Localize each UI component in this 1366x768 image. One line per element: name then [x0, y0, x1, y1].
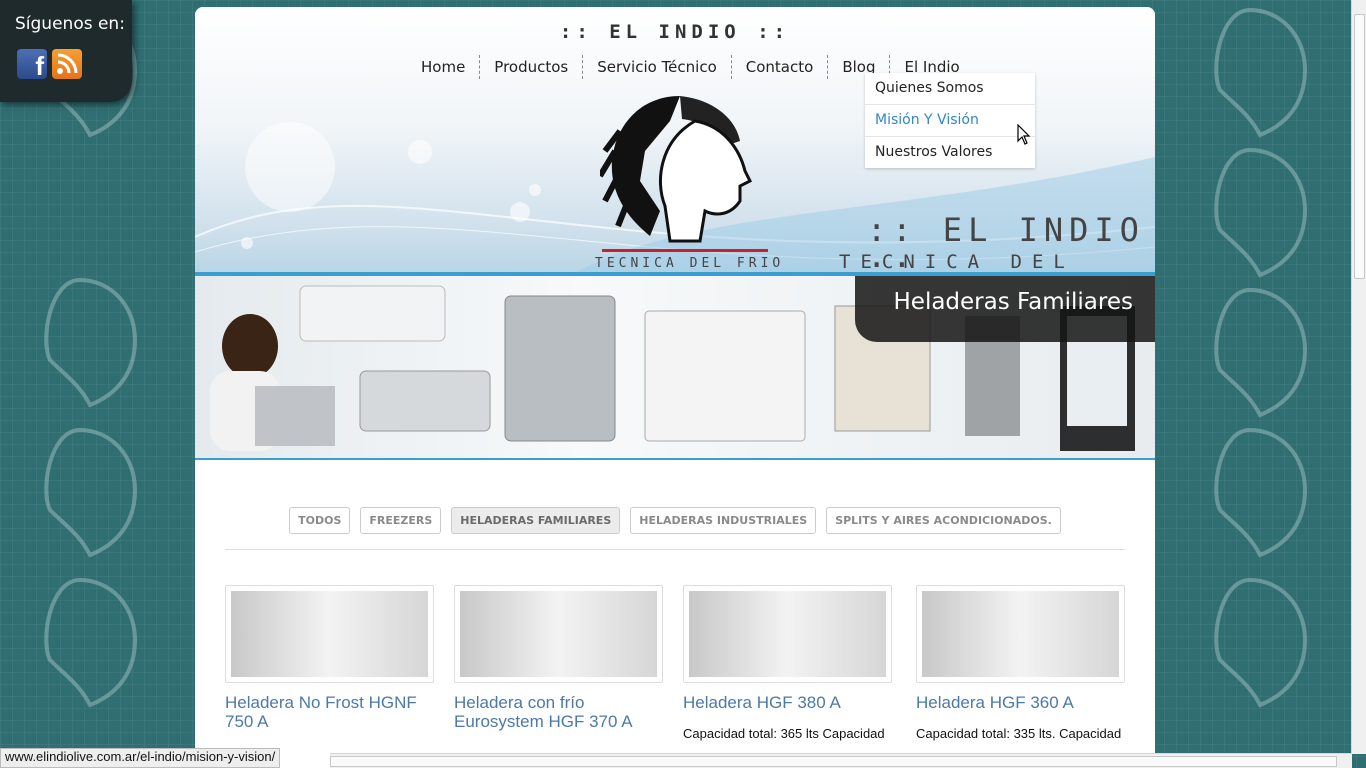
product-card[interactable]: Heladera HGF 360 A Capacidad total: 335 …	[916, 585, 1125, 741]
filter-todos[interactable]: TODOS	[289, 507, 351, 534]
product-image[interactable]	[683, 585, 892, 683]
product-title[interactable]: Heladera HGF 360 A	[916, 693, 1125, 712]
filter-splits-aires[interactable]: SPLITS Y AIRES ACONDICIONADOS.	[826, 507, 1061, 534]
product-card[interactable]: Heladera con frío Eurosystem HGF 370 A	[454, 585, 663, 745]
nav-home[interactable]: Home	[407, 55, 481, 79]
filter-heladeras-industriales[interactable]: HELADERAS INDUSTRIALES	[630, 507, 817, 534]
indian-head-icon	[1214, 147, 1308, 278]
main-card: :: EL INDIO :: Home Productos Servicio T…	[195, 7, 1155, 768]
dropdown-item-nuestros-valores[interactable]: Nuestros Valores	[865, 137, 1035, 168]
indian-head-icon	[1214, 287, 1308, 418]
nav-servicio-tecnico[interactable]: Servicio Técnico	[583, 55, 732, 79]
dropdown-item-quienes-somos[interactable]: Quienes Somos	[865, 73, 1035, 105]
vertical-scrollbar[interactable]	[1351, 0, 1366, 754]
horizontal-scrollbar[interactable]	[330, 753, 1352, 768]
product-image[interactable]	[454, 585, 663, 683]
horizontal-scroll-thumb[interactable]	[330, 756, 1337, 767]
mouse-cursor-icon	[1017, 124, 1031, 145]
logo-small-tagline: TECNICA DEL FRIO	[595, 256, 785, 271]
banner-caption-text: Heladeras Familiares	[893, 289, 1134, 315]
social-widget: Síguenos en: f	[0, 0, 132, 102]
product-card[interactable]: Heladera No Frost HGNF 750 A	[225, 585, 434, 745]
nav-productos[interactable]: Productos	[480, 55, 584, 79]
filters-separator	[225, 549, 1125, 550]
product-image[interactable]	[225, 585, 434, 683]
product-image[interactable]	[916, 585, 1125, 683]
dropdown-item-mision-vision[interactable]: Misión Y Visión	[865, 105, 1035, 137]
banner-caption: Heladeras Familiares	[855, 276, 1155, 342]
indian-head-icon	[44, 277, 138, 408]
product-title[interactable]: Heladera No Frost HGNF 750 A	[225, 693, 434, 731]
top-logo: :: EL INDIO ::	[559, 21, 791, 43]
indian-head-icon	[1214, 7, 1308, 138]
indian-head-icon	[44, 427, 138, 558]
product-title[interactable]: Heladera con frío Eurosystem HGF 370 A	[454, 693, 663, 731]
rss-icon[interactable]	[52, 49, 82, 79]
filter-heladeras-familiares[interactable]: HELADERAS FAMILIARES	[451, 507, 621, 534]
indian-head-icon	[1214, 577, 1308, 708]
facebook-icon[interactable]: f	[17, 49, 47, 79]
site-header: :: EL INDIO :: Home Productos Servicio T…	[195, 7, 1155, 295]
logo-red-line	[602, 249, 768, 252]
product-card[interactable]: Heladera HGF 380 A Capacidad total: 365 …	[683, 585, 892, 741]
nav-contacto[interactable]: Contacto	[732, 55, 829, 79]
product-title[interactable]: Heladera HGF 380 A	[683, 693, 892, 712]
product-banner: Heladeras Familiares	[195, 276, 1155, 458]
indian-head-icon	[1214, 427, 1308, 558]
filter-freezers[interactable]: FREEZERS	[360, 507, 442, 534]
product-description: Capacidad total: 335 lts. Capacidad	[916, 726, 1122, 741]
el-indio-dropdown: Quienes Somos Misión Y Visión Nuestros V…	[865, 73, 1035, 168]
indian-head-icon	[44, 577, 138, 708]
status-bar-url: www.elindiolive.com.ar/el-indio/mision-y…	[0, 748, 281, 768]
social-title: Síguenos en:	[15, 14, 125, 34]
category-filters: TODOS FREEZERS HELADERAS FAMILIARES HELA…	[195, 507, 1155, 534]
banner-divider	[195, 458, 1155, 460]
indian-logo-icon	[600, 96, 753, 243]
vertical-scroll-thumb[interactable]	[1354, 14, 1365, 279]
product-description: Capacidad total: 365 lts Capacidad	[683, 726, 885, 741]
